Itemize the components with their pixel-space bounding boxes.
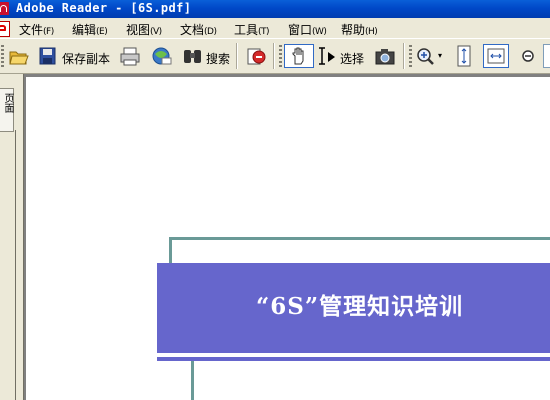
select-text-icon[interactable] <box>318 44 338 68</box>
print-icon[interactable] <box>119 44 141 68</box>
slide-frame-left <box>169 237 172 263</box>
banner-underline <box>157 357 550 361</box>
zoom-in-icon[interactable] <box>415 44 437 68</box>
binoculars-icon[interactable] <box>181 44 205 68</box>
menu-document[interactable]: 文档(D) <box>180 21 217 38</box>
search-label[interactable]: 搜索 <box>206 50 230 67</box>
menu-window[interactable]: 窗口(W) <box>288 21 327 38</box>
snapshot-camera-icon[interactable] <box>374 44 396 68</box>
zoom-level-field[interactable] <box>543 44 550 68</box>
navigation-panel: 页面 <box>0 74 24 400</box>
toolbar-separator <box>236 43 238 69</box>
fit-width-button[interactable] <box>483 44 509 68</box>
fit-page-button[interactable] <box>453 44 475 68</box>
toolbar-separator <box>273 43 275 69</box>
title-bar: Adobe Reader - [6S.pdf] <box>0 0 550 18</box>
toolbar-grip[interactable] <box>279 45 282 67</box>
toolbar: 保存副本 搜索 选择 ▾ <box>0 38 550 74</box>
navigation-panel-divider <box>15 130 16 400</box>
menu-tools[interactable]: 工具(T) <box>234 21 270 38</box>
hand-tool-button[interactable] <box>284 44 314 68</box>
adobe-reader-icon <box>0 2 9 15</box>
menu-bar: 文件(F) 编辑(E) 视图(V) 文档(D) 工具(T) 窗口(W) 帮助(H… <box>0 18 550 38</box>
menu-edit[interactable]: 编辑(E) <box>72 21 108 38</box>
document-view[interactable]: “6S”管理知识培训 <box>24 74 550 400</box>
select-label[interactable]: 选择 <box>340 50 364 67</box>
slide-title: “6S”管理知识培训 <box>256 293 464 320</box>
menu-file[interactable]: 文件(F) <box>19 21 54 38</box>
document-pdf-icon[interactable] <box>0 21 10 37</box>
menu-view[interactable]: 视图(V) <box>126 21 162 38</box>
fit-page-icon <box>457 45 471 67</box>
pages-tab-label: 页面 <box>2 93 13 113</box>
pages-tab[interactable]: 页面 <box>0 88 14 132</box>
email-icon[interactable] <box>150 44 172 68</box>
open-folder-icon[interactable] <box>8 44 30 68</box>
zoom-out-icon[interactable] <box>518 44 538 68</box>
save-disk-icon[interactable] <box>38 44 58 68</box>
security-icon[interactable] <box>245 44 267 68</box>
pdf-page[interactable]: “6S”管理知识培训 <box>26 77 550 400</box>
hand-tool-icon <box>292 47 304 65</box>
menu-help[interactable]: 帮助(H) <box>341 21 378 38</box>
window-title: Adobe Reader - [6S.pdf] <box>16 1 192 15</box>
toolbar-grip[interactable] <box>409 45 412 67</box>
zoom-dropdown-chevron-icon[interactable]: ▾ <box>438 44 446 68</box>
slide-frame-lower <box>191 361 194 400</box>
save-copy-label[interactable]: 保存副本 <box>62 50 110 67</box>
toolbar-grip[interactable] <box>1 45 4 67</box>
slide-frame-top <box>169 237 550 240</box>
fit-width-icon <box>487 48 505 64</box>
toolbar-separator <box>403 43 405 69</box>
